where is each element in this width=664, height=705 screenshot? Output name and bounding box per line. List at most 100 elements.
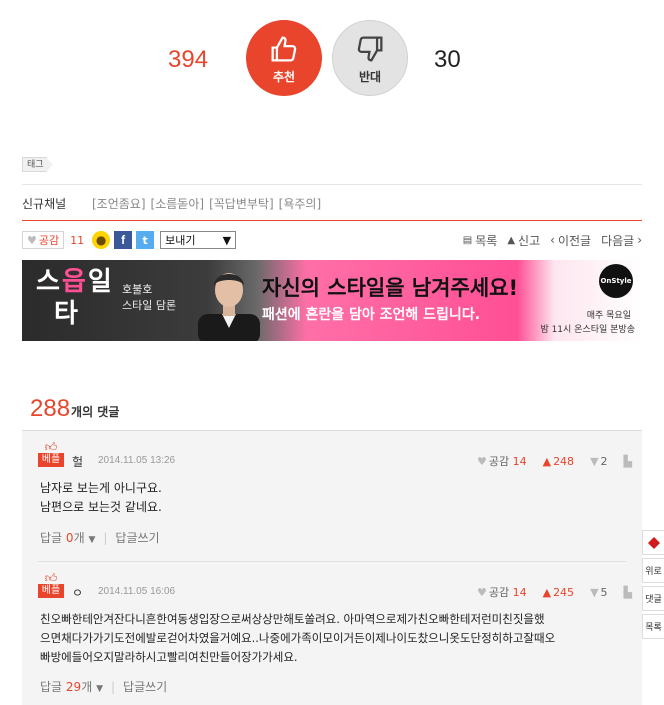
banner-logo-text: 스: [36, 267, 62, 297]
report-link[interactable]: ▲ 신고: [507, 232, 540, 249]
recommend-button[interactable]: 추천: [246, 20, 322, 96]
heart-icon: ♥: [476, 586, 487, 599]
divider: [38, 561, 626, 562]
comment-footer: 답글 29개 ▼ | 답글쓰기: [40, 678, 167, 695]
comment-author[interactable]: ㅇ: [72, 584, 83, 601]
banner-logo-text: 일: [87, 267, 114, 297]
channel-row: 신규채널 [조언좀요] [소름돋아] [꼭답변부탁] [욕주의]: [22, 195, 326, 212]
facebook-share-icon[interactable]: f: [114, 231, 133, 249]
upvote-count: 248: [553, 454, 575, 468]
divider: [22, 184, 642, 185]
report-label: 신고: [518, 233, 541, 248]
prev-label: 이전글: [557, 233, 592, 248]
comment-upvote[interactable]: ▲ 245: [543, 586, 574, 599]
write-reply-link[interactable]: 답글쓰기: [123, 678, 167, 695]
list-icon: ▤: [462, 234, 473, 246]
banner-schedule-time: 밤 11시 온스타일 본방송: [540, 325, 635, 335]
channel-link[interactable]: [욕주의]: [279, 195, 321, 212]
prev-post-link[interactable]: ‹ 이전글: [550, 232, 591, 249]
next-post-link[interactable]: 다음글 ›: [601, 232, 642, 249]
reply-count: 29: [65, 680, 82, 694]
thumbs-down-icon: [357, 36, 383, 61]
downvote-count: 2: [600, 454, 608, 468]
comment-stats: ♥ 공감 14 ▲ 245 ▼ 5 ▙: [477, 584, 634, 600]
best-badge-label: 베플: [38, 584, 64, 598]
channel-link[interactable]: [꼭답변부탁]: [209, 195, 274, 212]
heart-icon: ♥: [27, 233, 37, 247]
toolbar-right: ▤ 목록 ▲ 신고 ‹ 이전글 다음글 ›: [463, 232, 642, 249]
comment-line: 남자로 보는게 아니구요.: [40, 481, 162, 495]
best-comment-badge: 👍︎ 베플: [38, 441, 64, 467]
oppose-label: 반대: [358, 69, 382, 84]
thumbs-down-icon: ▼: [590, 585, 599, 599]
reply-count: 0: [65, 531, 74, 545]
banner-subheadline: 패션에 혼란을 담아 조언해 드립니다.: [262, 307, 481, 323]
thumbs-up-icon: 👍︎: [44, 571, 58, 585]
host-photo: [198, 273, 260, 341]
gongam-button[interactable]: ♥ 공감: [22, 231, 65, 249]
gongam-label: 공감: [38, 234, 60, 247]
list-link[interactable]: ▤ 목록: [463, 232, 498, 249]
reply-unit: 개: [73, 531, 85, 545]
tag-label: 태그: [22, 157, 53, 172]
upvote-count: 245: [553, 585, 575, 599]
divider: [22, 220, 642, 221]
banner-headline: 자신의 스타일을 남겨주세요!: [262, 276, 519, 300]
oppose-button[interactable]: 반대: [332, 20, 408, 96]
chevron-left-icon: ‹: [550, 233, 555, 247]
send-select[interactable]: 보내기 ▼: [160, 231, 237, 249]
channel-link[interactable]: [조언좀요]: [92, 195, 146, 212]
reply-toggle[interactable]: 답글 0개 ▼: [40, 529, 95, 546]
best-badge-label: 베플: [38, 453, 64, 467]
send-select-value: 보내기: [165, 234, 196, 247]
side-tab-top[interactable]: 위로: [642, 558, 664, 583]
heart-icon: ♥: [476, 455, 487, 468]
best-comments: 👍︎ 베플 헐 2014.11.05 13:26 ♥ 공감 14 ▲ 248 ▼ 2 …: [22, 430, 642, 705]
side-tab-comments[interactable]: 댓글: [642, 586, 664, 611]
twitter-share-icon[interactable]: t: [136, 231, 155, 249]
write-reply-link[interactable]: 답글쓰기: [115, 529, 159, 546]
report-icon[interactable]: ▙: [624, 455, 632, 468]
side-cube-icon[interactable]: [642, 530, 664, 555]
comment-body: 친오빠한테안겨잔다니흔한여동생입장으로써상상만해토쏠려요. 아마역으로제가친오빠…: [40, 610, 630, 667]
ad-banner[interactable]: 스읍일 타 호불호 스타일 담론 자신의 스타일을 남겨주세요! 패션에 혼란을…: [22, 260, 641, 341]
side-tab-list[interactable]: 목록: [642, 614, 664, 639]
next-label: 다음글: [601, 233, 635, 248]
comment-body: 남자로 보는게 아니구요. 남편으로 보는것 같네요.: [40, 479, 630, 517]
gongam-label: 공감: [488, 455, 510, 468]
comment-gongam[interactable]: ♥ 공감 14: [477, 584, 527, 600]
banner-logo-text: 읍: [61, 267, 88, 297]
thumbs-up-icon: 👍︎: [44, 440, 58, 454]
reply-label: 답글: [40, 680, 63, 694]
banner-schedule-day: 매주 목요일: [586, 311, 631, 321]
banner-subtitle-line: 호불호: [122, 283, 153, 296]
downvote-count: 5: [600, 585, 608, 599]
recommend-label: 추천: [272, 69, 296, 84]
chevron-right-icon: ›: [637, 233, 642, 247]
channel-link[interactable]: [소름돋아]: [151, 195, 205, 212]
banner-subtitle-line: 스타일 담론: [122, 299, 177, 312]
up-vote-count: 394: [168, 46, 209, 73]
comment-line: 남편으로 보는것 같네요.: [40, 500, 162, 514]
comment-date: 2014.11.05 13:26: [98, 455, 176, 466]
thumbs-down-icon: ▼: [590, 454, 599, 468]
reply-unit: 개: [81, 680, 93, 694]
gongam-count: 11: [70, 233, 85, 247]
siren-icon: ▲: [507, 234, 516, 246]
thumbs-up-icon: ▲: [542, 454, 552, 468]
comments-header: 288 개의 댓글: [30, 395, 119, 423]
comment-downvote[interactable]: ▼ 2: [590, 455, 607, 468]
comment-downvote[interactable]: ▼ 5: [590, 586, 607, 599]
banner-logo-text: 타: [54, 299, 80, 329]
comment-author[interactable]: 헐: [72, 453, 83, 470]
comment-gongam[interactable]: ♥ 공감 14: [477, 453, 527, 469]
reply-label: 답글: [40, 531, 63, 545]
separator: |: [103, 530, 108, 545]
comment-date: 2014.11.05 16:06: [98, 586, 176, 597]
kakao-share-icon[interactable]: ●: [92, 231, 111, 249]
comment-count: 288: [30, 395, 71, 422]
report-icon[interactable]: ▙: [624, 586, 632, 599]
gongam-count: 14: [512, 455, 527, 468]
comment-upvote[interactable]: ▲ 248: [543, 455, 574, 468]
reply-toggle[interactable]: 답글 29개 ▼: [40, 678, 103, 695]
